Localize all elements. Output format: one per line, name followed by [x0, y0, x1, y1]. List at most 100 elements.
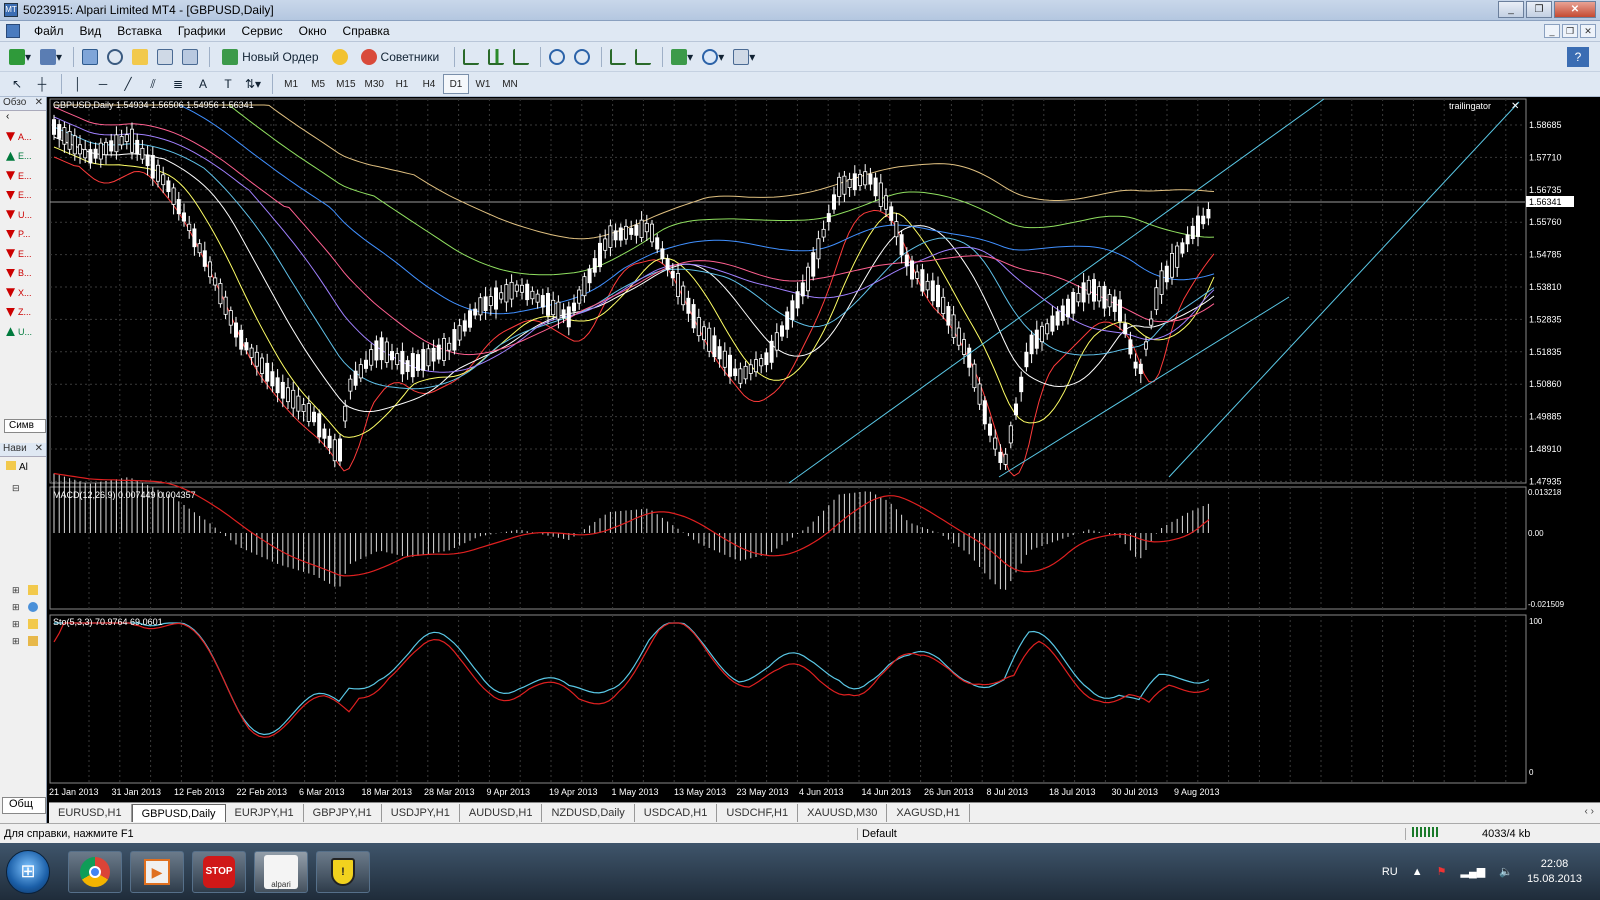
equidistant-channel-button[interactable]: ⫽	[142, 73, 164, 95]
trendline-button[interactable]: ╱	[117, 73, 139, 95]
terminal-button[interactable]	[154, 46, 176, 68]
periods-button[interactable]: ▾	[699, 46, 727, 68]
timeframe-m30[interactable]: M30	[361, 74, 388, 94]
menu-view[interactable]: Вид	[72, 24, 110, 38]
chart-tab[interactable]: XAUUSD,M30	[798, 804, 888, 822]
market-watch-row[interactable]: X...	[0, 283, 46, 303]
network-icon[interactable]: ▂▄▆	[1461, 865, 1486, 878]
tray-expand-icon[interactable]: ▲	[1412, 866, 1423, 878]
timeframe-w1[interactable]: W1	[470, 74, 496, 94]
templates-button[interactable]: ▾	[730, 46, 758, 68]
market-watch-row[interactable]: E...	[0, 147, 46, 167]
menu-tools[interactable]: Сервис	[234, 24, 291, 38]
new-order-button[interactable]: Новый Ордер	[215, 46, 325, 68]
chart-window[interactable]: 1.58685 1.57710 1.56735 1.55760 1.54785 1.538…	[49, 97, 1600, 802]
chart-tab[interactable]: XAGUSD,H1	[887, 804, 970, 822]
timeframe-m1[interactable]: M1	[278, 74, 304, 94]
chart-tab[interactable]: USDCAD,H1	[635, 804, 718, 822]
fibonacci-button[interactable]: ≣	[167, 73, 189, 95]
navigator-root[interactable]: Al	[6, 461, 28, 473]
chart-tab[interactable]: USDCHF,H1	[717, 804, 799, 822]
price-chart[interactable]: 1.58685 1.57710 1.56735 1.55760 1.54785 1.538…	[49, 97, 1600, 802]
zoom-out-button[interactable]	[571, 46, 593, 68]
market-watch-row[interactable]: Z...	[0, 303, 46, 323]
start-button[interactable]: ⊞	[6, 849, 50, 894]
navigator-button[interactable]	[129, 46, 151, 68]
taskbar-shield[interactable]: !	[316, 850, 370, 893]
mdi-restore-button[interactable]: ❐	[1562, 24, 1578, 38]
taskbar-chrome[interactable]	[68, 850, 122, 893]
general-tab[interactable]: Общ	[2, 797, 46, 814]
chart-tab[interactable]: AUDUSD,H1	[460, 804, 543, 822]
navigator-close-icon[interactable]: ✕	[35, 443, 43, 456]
mdi-minimize-button[interactable]: _	[1544, 24, 1560, 38]
timeframe-h4[interactable]: H4	[416, 74, 442, 94]
chart-tab[interactable]: GBPUSD,Daily	[131, 804, 226, 822]
timeframe-h1[interactable]: H1	[389, 74, 415, 94]
tabs-scroll-arrows[interactable]: ‹ ›	[1585, 806, 1594, 817]
auto-scroll-button[interactable]	[607, 46, 629, 68]
tree-expand-icon[interactable]: ⊞	[12, 619, 20, 630]
mdi-system-icon[interactable]	[6, 24, 20, 38]
symbols-tab[interactable]: Симв	[4, 419, 46, 433]
tree-expand-icon[interactable]: ⊟	[12, 483, 20, 494]
market-watch-row[interactable]: P...	[0, 225, 46, 245]
crosshair-button[interactable]: ┼	[31, 73, 53, 95]
mdi-close-button[interactable]: ✕	[1580, 24, 1596, 38]
chart-shift-button[interactable]	[632, 46, 654, 68]
cursor-button[interactable]: ↖	[6, 73, 28, 95]
market-watch-row[interactable]: B...	[0, 264, 46, 284]
tree-expand-icon[interactable]: ⊞	[12, 585, 20, 596]
market-watch-scroll-left[interactable]: ‹	[0, 111, 46, 127]
text-label-button[interactable]: T	[217, 73, 239, 95]
profiles-button[interactable]: ▾	[37, 46, 65, 68]
indicators-button[interactable]: ▾	[668, 46, 696, 68]
volume-icon[interactable]: 🔈	[1499, 865, 1513, 878]
strategy-tester-button[interactable]	[179, 46, 201, 68]
market-watch-row[interactable]: E...	[0, 244, 46, 264]
chart-tab[interactable]: USDJPY,H1	[382, 804, 460, 822]
chart-tab[interactable]: EURJPY,H1	[226, 804, 304, 822]
timeframe-m15[interactable]: M15	[332, 74, 359, 94]
zoom-in-button[interactable]	[546, 46, 568, 68]
data-window-button[interactable]	[104, 46, 126, 68]
vertical-line-button[interactable]: │	[67, 73, 89, 95]
taskbar-stop[interactable]: STOP	[192, 850, 246, 893]
minimize-button[interactable]: _	[1498, 1, 1524, 18]
menu-window[interactable]: Окно	[291, 24, 335, 38]
candlestick-button[interactable]	[485, 46, 507, 68]
help-corner-button[interactable]: ?	[1567, 46, 1589, 67]
expert-advisors-button[interactable]: Советники	[354, 46, 447, 68]
market-watch-row[interactable]: E...	[0, 166, 46, 186]
market-watch-row[interactable]: U...	[0, 322, 46, 342]
taskbar-alpari[interactable]: alpari	[254, 850, 308, 893]
market-watch-button[interactable]	[79, 46, 101, 68]
menu-file[interactable]: Файл	[26, 24, 72, 38]
market-watch-row[interactable]: U...	[0, 205, 46, 225]
arrows-button[interactable]: ⇅▾	[242, 73, 264, 95]
timeframe-mn[interactable]: MN	[497, 74, 523, 94]
new-chart-button[interactable]: ▾	[6, 46, 34, 68]
chart-tab[interactable]: NZDUSD,Daily	[542, 804, 635, 822]
language-indicator[interactable]: RU	[1382, 866, 1398, 878]
metaeditor-button[interactable]	[329, 46, 351, 68]
timeframe-m5[interactable]: M5	[305, 74, 331, 94]
market-watch-close-icon[interactable]: ✕	[35, 97, 43, 110]
action-center-icon[interactable]: ⚑	[1437, 865, 1447, 878]
menu-charts[interactable]: Графики	[170, 24, 234, 38]
maximize-button[interactable]: ❐	[1526, 1, 1552, 18]
tree-expand-icon[interactable]: ⊞	[12, 602, 20, 613]
market-watch-row[interactable]: E...	[0, 186, 46, 206]
text-button[interactable]: A	[192, 73, 214, 95]
chart-tab[interactable]: EURUSD,H1	[49, 804, 132, 822]
menu-insert[interactable]: Вставка	[109, 24, 170, 38]
bar-chart-button[interactable]	[460, 46, 482, 68]
timeframe-d1[interactable]: D1	[442, 74, 469, 94]
menu-help[interactable]: Справка	[335, 24, 398, 38]
line-chart-button[interactable]	[510, 46, 532, 68]
horizontal-line-button[interactable]: ─	[92, 73, 114, 95]
chart-tab[interactable]: GBPJPY,H1	[304, 804, 382, 822]
close-button[interactable]: ✕	[1554, 1, 1596, 18]
clock[interactable]: 22:08 15.08.2013	[1527, 857, 1582, 887]
taskbar-media-player[interactable]: ▶	[130, 850, 184, 893]
